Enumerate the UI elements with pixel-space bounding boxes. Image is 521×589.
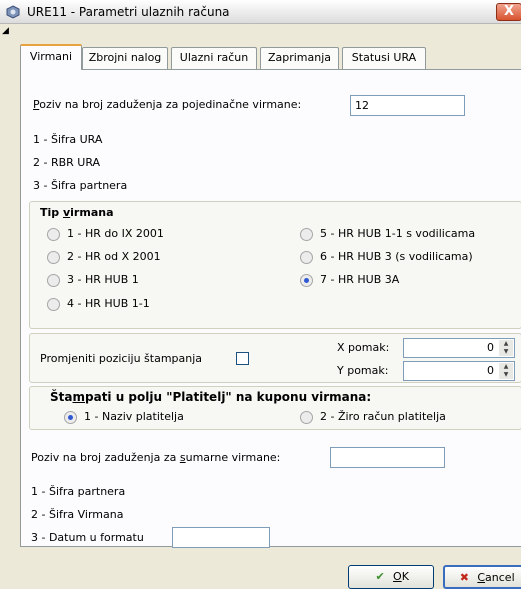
spin-up-icon[interactable]: ▲ bbox=[499, 363, 513, 371]
tip-radio-1[interactable] bbox=[47, 228, 60, 241]
tip-virmana-group: Tip virmana 1 - HR do IX 2001 2 - HR od … bbox=[29, 201, 521, 329]
y-pomak-spinner[interactable]: 0 ▲ ▼ bbox=[403, 361, 515, 381]
tip-radio-6-label[interactable]: 6 - HR HUB 3 (s vodilicama) bbox=[320, 250, 473, 263]
y-pomak-label: Y pomak: bbox=[337, 364, 389, 377]
platitelj-radio-1[interactable] bbox=[64, 411, 77, 424]
tab-zaprimanja[interactable]: Zaprimanja bbox=[260, 47, 339, 69]
tip-radio-2[interactable] bbox=[47, 251, 60, 264]
y-pomak-stepper[interactable]: ▲ ▼ bbox=[499, 363, 513, 379]
datum-label: 3 - Datum u formatu bbox=[31, 531, 144, 544]
tip-radio-7[interactable] bbox=[300, 274, 313, 287]
tab-virmani[interactable]: Virmani bbox=[20, 44, 82, 70]
platitelj-radio-2[interactable] bbox=[300, 411, 313, 424]
spin-up-icon[interactable]: ▲ bbox=[499, 340, 513, 348]
tab-ulazni-racun[interactable]: Ulazni račun bbox=[171, 47, 257, 69]
tip-radio-1-label[interactable]: 1 - HR do IX 2001 bbox=[67, 227, 164, 240]
x-pomak-spinner[interactable]: 0 ▲ ▼ bbox=[403, 338, 515, 358]
platitelj-radio-1-label[interactable]: 1 - Naziv platitelja bbox=[84, 410, 184, 423]
poziv-option-3: 3 - Šifra partnera bbox=[33, 179, 128, 192]
platitelj-radio-2-label[interactable]: 2 - Žiro račun platitelja bbox=[320, 410, 446, 423]
poziv-pojedinacni-label: Poziv na broj zaduženja za pojedinačne v… bbox=[33, 98, 302, 111]
cancel-button[interactable]: ✖ Cancel bbox=[443, 565, 521, 589]
poziv-sumarni-label: Poziv na broj zaduženja za sumarne virma… bbox=[31, 451, 281, 464]
tab-zbrojni-nalog[interactable]: Zbrojni nalog bbox=[82, 47, 168, 69]
tab-statusi-ura[interactable]: Statusi URA bbox=[342, 47, 426, 69]
platitelj-title: Štampati u polju "Platitelj" na kuponu v… bbox=[50, 390, 372, 404]
close-button[interactable]: X bbox=[496, 3, 521, 21]
tip-radio-4[interactable] bbox=[47, 298, 60, 311]
poziv-option-2: 2 - RBR URA bbox=[33, 156, 101, 169]
datum-format-input[interactable] bbox=[172, 527, 270, 548]
pozicija-label: Promjeniti poziciju štampanja bbox=[40, 352, 203, 365]
tip-radio-7-label[interactable]: 7 - HR HUB 3A bbox=[320, 273, 399, 286]
check-icon: ✔ bbox=[375, 570, 385, 583]
tip-radio-2-label[interactable]: 2 - HR od X 2001 bbox=[67, 250, 161, 263]
spin-down-icon[interactable]: ▼ bbox=[499, 348, 513, 356]
poziv-sumarni-input[interactable] bbox=[330, 447, 445, 468]
poziv-pojedinacni-input[interactable]: 12 bbox=[350, 95, 465, 116]
app-settings-icon bbox=[6, 5, 20, 19]
tip-radio-4-label[interactable]: 4 - HR HUB 1-1 bbox=[67, 297, 150, 310]
pozicija-group: Promjeniti poziciju štampanja X pomak: 0… bbox=[29, 333, 521, 383]
tip-radio-5-label[interactable]: 5 - HR HUB 1-1 s vodilicama bbox=[320, 227, 475, 240]
poziv-option-1: 1 - Šifra URA bbox=[33, 133, 103, 146]
tip-radio-5[interactable] bbox=[300, 228, 313, 241]
x-pomak-stepper[interactable]: ▲ ▼ bbox=[499, 340, 513, 356]
title-bar: URE11 - Parametri ulaznih računa X bbox=[0, 0, 521, 24]
y-pomak-value: 0 bbox=[487, 364, 494, 377]
tip-radio-3-label[interactable]: 3 - HR HUB 1 bbox=[67, 273, 139, 286]
tip-virmana-title: Tip virmana bbox=[40, 206, 114, 219]
tab-panel-virmani: Poziv na broj zaduženja za pojedinačne v… bbox=[20, 69, 521, 548]
spin-down-icon[interactable]: ▼ bbox=[499, 371, 513, 379]
sumarni-option-1: 1 - Šifra partnera bbox=[31, 485, 126, 498]
x-pomak-label: X pomak: bbox=[337, 341, 390, 354]
pin-icon: ◢ bbox=[2, 26, 9, 36]
platitelj-group: Štampati u polju "Platitelj" na kuponu v… bbox=[29, 386, 521, 430]
tip-radio-6[interactable] bbox=[300, 251, 313, 264]
ok-button[interactable]: ✔ OK bbox=[348, 565, 434, 589]
tip-radio-3[interactable] bbox=[47, 274, 60, 287]
window-title: URE11 - Parametri ulaznih računa bbox=[27, 5, 230, 19]
x-pomak-value: 0 bbox=[487, 341, 494, 354]
pozicija-checkbox[interactable] bbox=[236, 352, 249, 365]
sumarni-option-2: 2 - Šifra Virmana bbox=[31, 508, 124, 521]
